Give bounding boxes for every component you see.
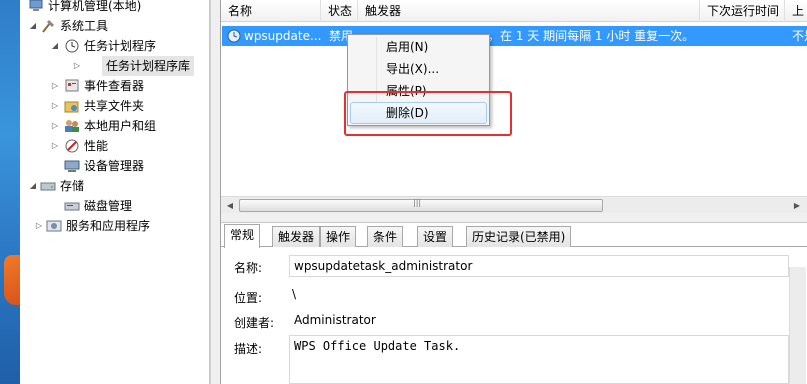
location-value: \ bbox=[292, 287, 297, 301]
location-label: 位置: bbox=[234, 291, 263, 305]
computer-icon bbox=[28, 0, 44, 13]
menu-item-enable[interactable]: 启用(N) bbox=[350, 36, 487, 58]
author-label: 创建者: bbox=[234, 316, 275, 330]
collapse-arrow-icon[interactable]: ◢ bbox=[50, 36, 60, 56]
navigation-tree: 计算机管理(本地) ◢ 系统工具 ◢ 任务计划程序 ▷ 任务计划程序库 ▷ 事件… bbox=[20, 0, 210, 384]
expand-arrow-icon[interactable]: ▷ bbox=[50, 136, 60, 156]
general-tab-panel: 名称: wpsupdatetask_administrator 位置: \ 创建… bbox=[221, 247, 807, 384]
property-tabs: 常规 触发器 操作 条件 设置 历史记录(已禁用) bbox=[221, 224, 807, 248]
column-header-trigger[interactable]: 触发器 bbox=[358, 0, 700, 22]
column-header-last-run[interactable]: 上 bbox=[785, 0, 807, 22]
description-label: 描述: bbox=[234, 342, 263, 356]
horizontal-scrollbar[interactable]: ◀ ||| ▶ bbox=[221, 196, 807, 213]
vertical-scrollbar[interactable] bbox=[789, 267, 806, 384]
task-clock-icon bbox=[227, 29, 241, 43]
storage-icon bbox=[40, 179, 56, 193]
scroll-left-icon[interactable]: ◀ bbox=[222, 198, 238, 213]
name-label: 名称: bbox=[234, 261, 263, 275]
shared-folder-icon bbox=[64, 99, 80, 113]
pane-splitter[interactable] bbox=[210, 0, 221, 384]
device-manager-icon bbox=[64, 159, 80, 173]
expand-arrow-icon[interactable]: ▷ bbox=[50, 76, 60, 96]
tab-triggers[interactable]: 触发器 bbox=[272, 226, 321, 247]
author-field[interactable]: Administrator bbox=[289, 309, 789, 331]
scroll-right-icon[interactable]: ▶ bbox=[789, 198, 805, 213]
collapse-arrow-icon[interactable]: ◢ bbox=[28, 16, 38, 36]
table-row[interactable]: wpsupdate... 禁用 ，在 1 天 期间每隔 1 小时 重复一次。 不… bbox=[222, 26, 807, 46]
task-last-run-cell: 不是 bbox=[792, 29, 807, 43]
clock-icon bbox=[64, 39, 80, 53]
task-detail-pane: 名称 状态 触发器 下次运行时间 上 wpsupdate... 禁用 ，在 1 … bbox=[221, 0, 807, 384]
services-icon bbox=[46, 219, 62, 233]
tab-general[interactable]: 常规 bbox=[224, 224, 261, 248]
expand-arrow-icon[interactable]: ▷ bbox=[50, 116, 60, 136]
column-header-name[interactable]: 名称 bbox=[221, 0, 321, 22]
description-field[interactable]: WPS Office Update Task. bbox=[289, 335, 789, 384]
task-list-header: 名称 状态 触发器 下次运行时间 上 bbox=[221, 0, 807, 22]
name-field[interactable]: wpsupdatetask_administrator bbox=[289, 255, 789, 277]
expand-arrow-icon[interactable]: ▷ bbox=[50, 96, 60, 116]
users-icon bbox=[64, 119, 80, 133]
column-header-next-run[interactable]: 下次运行时间 bbox=[700, 0, 785, 22]
pane-divider[interactable] bbox=[221, 213, 807, 223]
event-viewer-icon bbox=[64, 79, 80, 93]
desktop-wallpaper-accent bbox=[4, 255, 20, 305]
performance-icon bbox=[64, 139, 80, 153]
annotation-highlight-box bbox=[344, 91, 512, 136]
grip-icon: ||| bbox=[413, 198, 422, 207]
menu-item-export[interactable]: 导出(X)... bbox=[350, 58, 487, 80]
disk-icon bbox=[64, 199, 80, 213]
tab-settings[interactable]: 设置 bbox=[417, 226, 454, 247]
tab-actions[interactable]: 操作 bbox=[320, 226, 357, 247]
tab-history[interactable]: 历史记录(已禁用) bbox=[466, 226, 572, 247]
task-trigger-cell: ，在 1 天 期间每隔 1 小时 重复一次。 bbox=[488, 29, 695, 43]
tab-conditions[interactable]: 条件 bbox=[367, 226, 404, 247]
collapse-arrow-icon[interactable]: ◢ bbox=[28, 176, 38, 196]
desktop-background bbox=[0, 0, 20, 384]
task-name-cell: wpsupdate... bbox=[244, 29, 322, 43]
expand-arrow-icon[interactable]: ▷ bbox=[72, 56, 82, 76]
expand-arrow-icon[interactable]: ▷ bbox=[34, 216, 44, 236]
column-header-status[interactable]: 状态 bbox=[321, 0, 358, 22]
tools-icon bbox=[40, 19, 56, 33]
